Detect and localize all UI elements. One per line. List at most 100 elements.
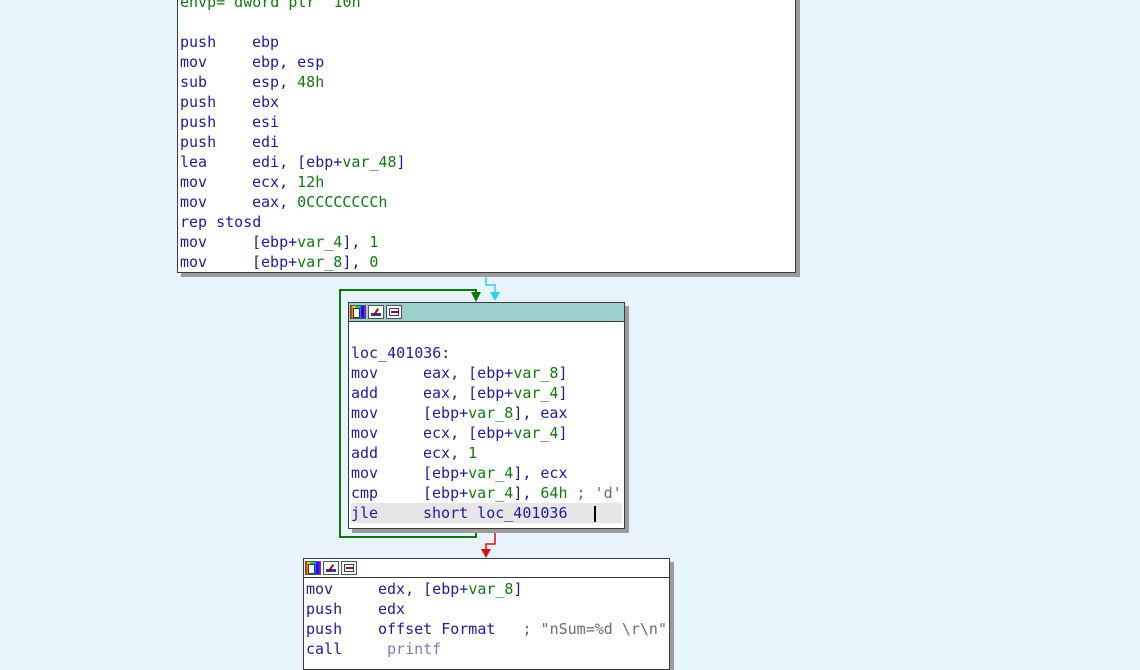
node-print[interactable]: mov edx, [ebp+var_8] push edx push offset For… xyxy=(303,558,670,670)
var-operand[interactable]: var_4 xyxy=(468,464,513,482)
operand: [ebp+ xyxy=(252,233,298,251)
mnemonic: mov xyxy=(351,424,379,442)
code-label: loc_401036: xyxy=(351,344,451,362)
asm-line[interactable]: mov eax, [ebp+var_8] xyxy=(351,363,622,383)
operand: eax, [ebp+ xyxy=(423,384,514,402)
edge-flow-arrowhead xyxy=(490,292,500,301)
asm-line[interactable]: mov [ebp+var_8], eax xyxy=(351,403,622,423)
rename-node-icon[interactable] xyxy=(323,561,339,575)
operand: 1 xyxy=(468,444,478,462)
asm-line[interactable]: cmp [ebp+var_4], 64h ; 'd' xyxy=(351,483,622,503)
operand: [ebp+ xyxy=(423,404,469,422)
asm-line[interactable]: rep stosd xyxy=(180,212,793,232)
asm-line[interactable]: push esi xyxy=(180,112,793,132)
mnemonic: push xyxy=(180,113,217,131)
operand: ], xyxy=(513,484,541,502)
operand: edx, [ebp+ xyxy=(378,580,469,598)
var-operand[interactable]: var_4 xyxy=(513,424,558,442)
asm-line[interactable]: call printf xyxy=(306,639,667,659)
operand: edi, [ebp+ xyxy=(252,153,343,171)
operand: 64h xyxy=(540,484,568,502)
mnemonic: mov xyxy=(180,193,208,211)
node-print-toolbar xyxy=(304,559,669,578)
operand: ], eax xyxy=(513,404,568,422)
mnemonic: mov xyxy=(351,364,379,382)
mnemonic: push xyxy=(180,93,217,111)
mnemonic: add xyxy=(351,444,379,462)
asm-line[interactable]: mov [ebp+var_4], 1 xyxy=(180,232,793,252)
node-loop[interactable]: loc_401036: mov eax, [ebp+var_8] add eax, [e… xyxy=(348,302,625,529)
var-operand[interactable]: var_8 xyxy=(468,404,513,422)
operand: esi xyxy=(252,113,280,131)
operand: 48h xyxy=(297,73,325,91)
var-operand[interactable]: var_8 xyxy=(297,253,342,271)
mnemonic: lea xyxy=(180,153,208,171)
node-prologue-code: envp= dword ptr 10h push ebp mov ebp, esp sub… xyxy=(178,0,795,272)
edge-loop-arrowhead xyxy=(471,292,481,302)
operand: [ebp+ xyxy=(252,253,298,271)
operand: 12h xyxy=(297,173,325,191)
operand: edx xyxy=(378,600,406,618)
node-loop-code: loc_401036: mov eax, [ebp+var_8] add eax, [e… xyxy=(349,322,624,524)
asm-line[interactable]: mov [ebp+var_4], ecx xyxy=(351,463,622,483)
var-operand[interactable]: var_4 xyxy=(468,484,513,502)
var-operand[interactable]: var_8 xyxy=(468,580,513,598)
group-nodes-icon[interactable] xyxy=(386,305,402,319)
operand: ] xyxy=(396,153,406,171)
asm-line[interactable]: push offset Format ; "nSum=%d \r\n" xyxy=(306,619,667,639)
rename-node-icon[interactable] xyxy=(368,305,384,319)
mnemonic: push xyxy=(180,33,217,51)
asm-line[interactable]: mov ecx, [ebp+var_4] xyxy=(351,423,622,443)
var-operand[interactable]: var_4 xyxy=(297,233,342,251)
mnemonic: mov xyxy=(351,404,379,422)
operand: ], ecx xyxy=(513,464,568,482)
asm-line[interactable]: add eax, [ebp+var_4] xyxy=(351,383,622,403)
asm-line[interactable]: push edx xyxy=(306,599,667,619)
node-color-icon[interactable] xyxy=(350,305,366,319)
operand: ecx, xyxy=(423,444,469,462)
mnemonic: mov xyxy=(180,53,208,71)
operand: ebx xyxy=(252,93,280,111)
asm-line[interactable]: push edi xyxy=(180,132,793,152)
asm-line[interactable]: loc_401036: xyxy=(351,343,622,363)
asm-line[interactable]: push ebp xyxy=(180,32,793,52)
asm-line[interactable]: envp= dword ptr 10h xyxy=(180,0,793,12)
mnemonic: call xyxy=(306,640,343,658)
var-operand[interactable]: var_8 xyxy=(513,364,558,382)
asm-line[interactable]: mov eax, 0CCCCCCCCh xyxy=(180,192,793,212)
asm-line[interactable]: push ebx xyxy=(180,92,793,112)
mnemonic: jle xyxy=(351,504,379,522)
asm-line[interactable]: jle short loc_401036 xyxy=(351,503,622,523)
mnemonic: mov xyxy=(306,580,334,598)
operand: ebp xyxy=(252,33,280,51)
operand: ecx, [ebp+ xyxy=(423,424,514,442)
var-operand[interactable]: var_4 xyxy=(513,384,558,402)
operand: ] xyxy=(558,364,568,382)
mnemonic: push xyxy=(180,133,217,151)
asm-line[interactable]: add ecx, 1 xyxy=(351,443,622,463)
operand: [ebp+ xyxy=(423,484,469,502)
asm-line[interactable] xyxy=(180,12,793,32)
node-print-code: mov edx, [ebp+var_8] push edx push offset For… xyxy=(304,578,669,660)
group-nodes-icon[interactable] xyxy=(341,561,357,575)
asm-line[interactable]: mov ebp, esp xyxy=(180,52,793,72)
text-cursor xyxy=(593,505,596,522)
mnemonic: push xyxy=(306,600,343,618)
asm-line[interactable]: mov edx, [ebp+var_8] xyxy=(306,579,667,599)
node-prologue[interactable]: envp= dword ptr 10h push ebp mov ebp, esp sub… xyxy=(177,0,796,273)
mnemonic: mov xyxy=(180,233,208,251)
asm-line[interactable]: mov ecx, 12h xyxy=(180,172,793,192)
operand: edi xyxy=(252,133,280,151)
operand: eax, xyxy=(252,193,298,211)
asm-line[interactable]: sub esp, 48h xyxy=(180,72,793,92)
asm-line[interactable]: lea edi, [ebp+var_48] xyxy=(180,152,793,172)
node-color-icon[interactable] xyxy=(305,561,321,575)
node-loop-toolbar xyxy=(349,303,624,322)
asm-line[interactable]: mov [ebp+var_8], 0 xyxy=(180,252,793,272)
operand: 0CCCCCCCCh xyxy=(297,193,388,211)
edge-false-arrowhead xyxy=(481,549,491,558)
operand: ] xyxy=(513,580,523,598)
asm-line[interactable] xyxy=(351,323,622,343)
var-operand[interactable]: var_48 xyxy=(342,153,396,171)
operand: ], xyxy=(342,233,370,251)
